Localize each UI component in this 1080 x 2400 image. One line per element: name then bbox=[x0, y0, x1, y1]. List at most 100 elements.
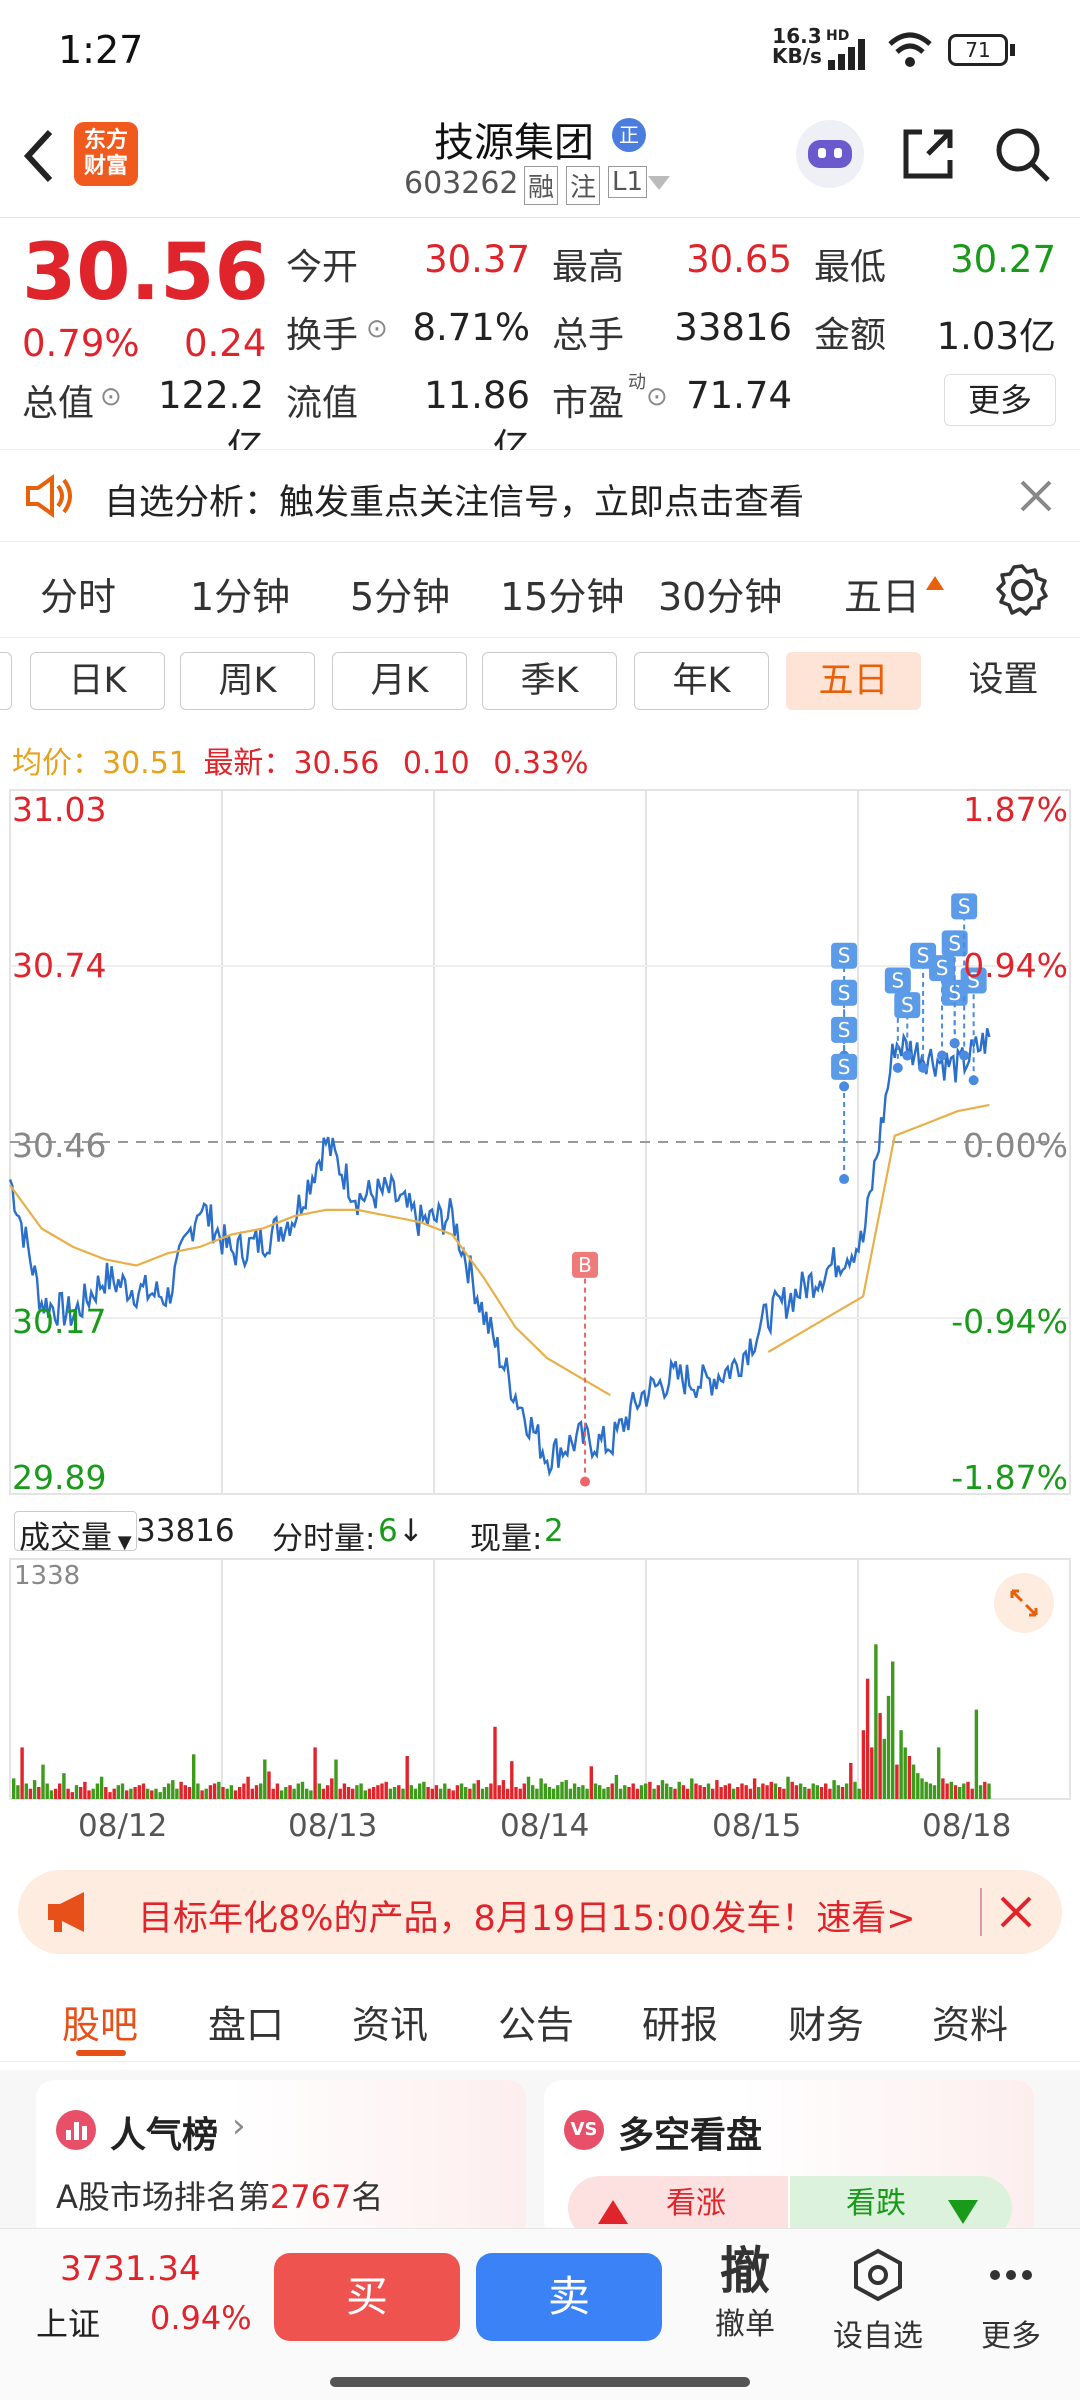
expand-icon[interactable] bbox=[994, 1573, 1054, 1633]
megaphone-icon bbox=[48, 1892, 84, 1932]
tab-week-k[interactable]: 周K bbox=[180, 652, 315, 710]
volume-bar bbox=[288, 1785, 292, 1799]
tab-forum[interactable]: 股吧 bbox=[62, 1994, 138, 2049]
current-volume-value: 2 bbox=[544, 1513, 564, 1549]
volume-bar bbox=[949, 1781, 953, 1799]
pe-dynamic-sup: 动 bbox=[628, 372, 646, 393]
close-icon[interactable] bbox=[998, 1894, 1034, 1930]
volume-bar bbox=[727, 1783, 732, 1799]
volume-bar bbox=[865, 1678, 870, 1799]
hexagon-icon bbox=[854, 2248, 902, 2302]
sell-marker-dot bbox=[937, 1050, 948, 1061]
volume-chart[interactable]: 1338 bbox=[0, 1555, 1080, 1805]
volume-bar bbox=[434, 1785, 439, 1799]
index-value[interactable]: 3731.34 bbox=[60, 2249, 201, 2289]
low-label: 最低 bbox=[814, 247, 887, 288]
tab-news[interactable]: 资讯 bbox=[352, 1994, 428, 2049]
kline-tabs: 日K 周K 月K 季K 年K 五日 设置 bbox=[0, 638, 1080, 734]
info-icon[interactable]: ⊙ bbox=[100, 382, 122, 412]
amount-value: 1.03亿 bbox=[936, 315, 1056, 358]
volume-bar bbox=[120, 1783, 125, 1799]
tab-15min[interactable]: 15分钟 bbox=[500, 566, 624, 621]
low-value: 30.27 bbox=[950, 238, 1056, 281]
tab-five-day[interactable]: 五日 bbox=[844, 566, 920, 621]
sell-marker-label: S bbox=[891, 968, 904, 992]
tab-5min[interactable]: 5分钟 bbox=[350, 566, 450, 621]
tab-orderbook[interactable]: 盘口 bbox=[208, 1994, 284, 2049]
volume-chart-svg[interactable] bbox=[0, 1555, 1080, 1805]
close-icon[interactable] bbox=[1018, 478, 1054, 514]
back-icon[interactable] bbox=[18, 126, 58, 186]
volume-bar bbox=[133, 1787, 137, 1799]
volume-bar bbox=[803, 1787, 807, 1799]
volume-bar bbox=[577, 1787, 581, 1799]
volume-selector[interactable]: 成交量 ▼ bbox=[14, 1511, 137, 1556]
price-chart[interactable]: BSSSSSSSSSSSS 31.03 30.74 30.46 30.17 29… bbox=[0, 782, 1080, 1502]
search-icon[interactable] bbox=[994, 126, 1052, 184]
total-mv-label: 总值 bbox=[22, 383, 95, 424]
buy-button[interactable]: 买 bbox=[274, 2253, 460, 2341]
volume-bar bbox=[681, 1785, 686, 1799]
volume-bar bbox=[392, 1787, 397, 1799]
date-label: 08/18 bbox=[922, 1808, 1012, 1844]
volume-bar bbox=[99, 1776, 104, 1799]
tab-year-k[interactable]: 年K bbox=[634, 652, 769, 710]
volume-bar bbox=[660, 1780, 665, 1799]
volume-bar bbox=[430, 1788, 434, 1799]
volume-bar bbox=[677, 1781, 681, 1799]
tab-30min[interactable]: 30分钟 bbox=[658, 566, 782, 621]
tab-month-k[interactable]: 月K bbox=[332, 652, 467, 710]
volume-bar bbox=[618, 1788, 623, 1799]
volume-bar bbox=[472, 1783, 476, 1799]
tab-finance[interactable]: 财务 bbox=[788, 1994, 864, 2049]
volume-bar bbox=[16, 1785, 20, 1799]
volume-label: 总手 bbox=[552, 315, 625, 356]
volume-bar bbox=[41, 1764, 45, 1799]
tab-settings[interactable]: 设置 bbox=[936, 652, 1071, 710]
sell-button[interactable]: 卖 bbox=[476, 2253, 662, 2341]
volume-bar bbox=[765, 1785, 769, 1799]
more-button[interactable]: 更多 bbox=[944, 374, 1056, 426]
volume-bar bbox=[501, 1780, 506, 1799]
tab-day-k[interactable]: 日K bbox=[30, 652, 165, 710]
tab-quarter-k[interactable]: 季K bbox=[482, 652, 617, 710]
share-icon[interactable] bbox=[900, 126, 956, 182]
bull-bear-card[interactable]: VS 多空看盘 看涨 看跌 bbox=[544, 2080, 1034, 2240]
index-percent[interactable]: 0.94% bbox=[150, 2299, 252, 2337]
volume-bar bbox=[422, 1781, 426, 1799]
chevron-down-icon[interactable] bbox=[648, 176, 670, 190]
date-label: 08/13 bbox=[288, 1808, 378, 1844]
volume-bar bbox=[665, 1783, 669, 1799]
price-chart-svg[interactable]: BSSSSSSSSSSSS bbox=[0, 782, 1080, 1502]
volume-bar bbox=[192, 1754, 196, 1799]
volume-bar bbox=[510, 1761, 514, 1799]
notice-bar[interactable]: 自选分析：触发重点关注信号，立即点击查看 bbox=[0, 450, 1080, 542]
volume-bar bbox=[129, 1788, 133, 1799]
app-logo[interactable]: 东方 财富 bbox=[74, 122, 138, 186]
volume-bar bbox=[828, 1788, 832, 1799]
volume-bar bbox=[388, 1788, 393, 1799]
tab-five-day-active[interactable]: 五日 bbox=[786, 652, 921, 710]
tab-intraday[interactable]: 分时 bbox=[40, 566, 116, 621]
gear-icon[interactable] bbox=[994, 562, 1050, 618]
promo-banner[interactable]: 目标年化8%的产品，8月19日15:00发车！速看> bbox=[18, 1870, 1062, 1954]
volume-bar bbox=[271, 1788, 275, 1799]
info-icon[interactable]: ⊙ bbox=[366, 314, 388, 344]
volume-bar bbox=[903, 1747, 907, 1799]
add-watchlist-button[interactable]: 设自选 bbox=[826, 2247, 930, 2355]
feature-cards: 人气榜 › A股市场排名第2767名 VS 多空看盘 看涨 看跌 bbox=[0, 2070, 1080, 2240]
more-menu-button[interactable]: 更多 bbox=[966, 2247, 1056, 2355]
cancel-order-button[interactable]: 撤 撤单 bbox=[700, 2243, 790, 2343]
volume-max-label: 1338 bbox=[14, 1561, 81, 1591]
volume-bar bbox=[786, 1776, 790, 1799]
tab-1min[interactable]: 1分钟 bbox=[190, 566, 290, 621]
popularity-card[interactable]: 人气榜 › A股市场排名第2767名 bbox=[36, 2080, 526, 2240]
robot-assistant-icon[interactable] bbox=[796, 120, 864, 188]
volume-bar bbox=[627, 1787, 631, 1799]
promo-text: 目标年化8%的产品，8月19日15:00发车！速看> bbox=[138, 1899, 916, 1939]
tab-announcements[interactable]: 公告 bbox=[498, 1994, 574, 2049]
index-name[interactable]: 上证 bbox=[36, 2299, 100, 2345]
tab-research[interactable]: 研报 bbox=[642, 1994, 718, 2049]
sell-marker-dot bbox=[949, 1038, 960, 1049]
tab-profile[interactable]: 资料 bbox=[932, 1994, 1008, 2049]
